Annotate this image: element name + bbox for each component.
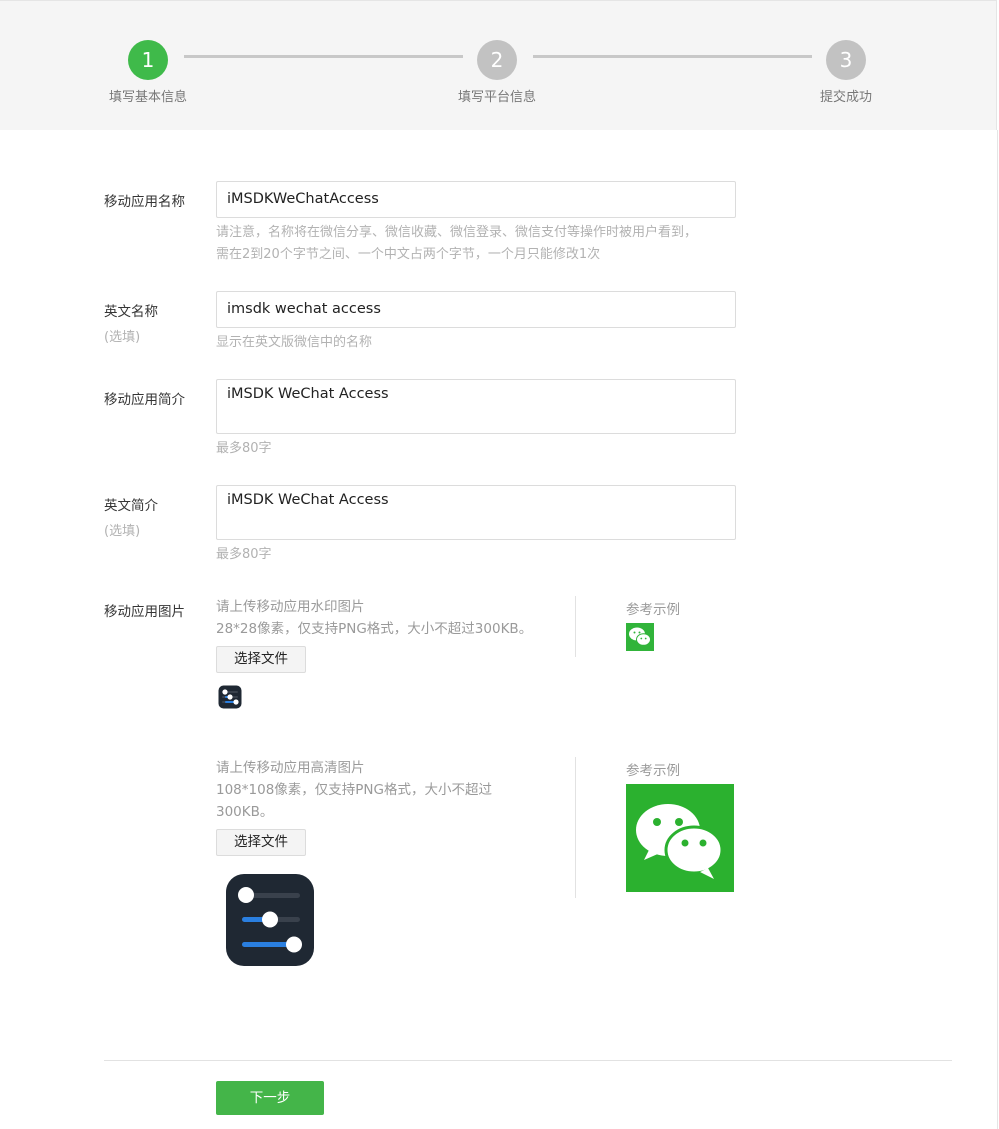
en-intro-hint: 最多80字	[216, 547, 272, 562]
en-name-optional: (选填)	[104, 330, 141, 345]
app-name-hint: 请注意，名称将在微信分享、微信收藏、微信登录、微信支付等操作时被用户看到， 需在…	[216, 222, 697, 266]
step-2-label: 填写平台信息	[457, 90, 536, 105]
app-intro-label-text: 移动应用简介	[104, 392, 185, 408]
step-3-label: 提交成功	[819, 90, 872, 105]
watermark-hint-line-1: 请上传移动应用水印图片	[216, 599, 365, 615]
step-2-circle: 2	[477, 40, 517, 80]
step-connector-1	[184, 55, 463, 58]
app-image-label-text: 移动应用图片	[104, 604, 185, 620]
app-name-hint-line-2: 需在2到20个字节之间、一个中文占两个字节，一个月只能修改1次	[216, 247, 601, 262]
hd-hint-line-1: 请上传移动应用高清图片	[216, 760, 365, 776]
hd-divider	[575, 757, 576, 898]
step-1-label: 填写基本信息	[108, 90, 187, 105]
en-name-hint: 显示在英文版微信中的名称	[216, 335, 373, 350]
app-name-label-text: 移动应用名称	[104, 194, 185, 210]
page-right-border	[997, 130, 998, 1129]
hd-ref-label: 参考示例	[626, 763, 680, 779]
en-intro-textarea[interactable]: iMSDK WeChat Access	[216, 485, 736, 540]
hd-hint-line-2: 108*108像素，仅支持PNG格式，大小不超过	[216, 782, 492, 798]
footer-divider	[104, 1060, 952, 1061]
stepper: 1 填写基本信息 2 填写平台信息 3 提交成功	[0, 0, 997, 130]
en-intro-label-text: 英文简介	[104, 498, 158, 514]
app-intro-hint: 最多80字	[216, 441, 272, 456]
hd-preview-image	[226, 874, 314, 966]
watermark-preview-image	[218, 685, 242, 709]
watermark-ref-label: 参考示例	[626, 602, 680, 618]
step-1-circle: 1	[128, 40, 168, 80]
hd-upload-hint: 请上传移动应用高清图片 108*108像素，仅支持PNG格式，大小不超过 300…	[216, 757, 492, 823]
en-name-label: 英文名称 (选填)	[104, 300, 158, 345]
en-name-label-text: 英文名称	[104, 304, 158, 320]
en-intro-label: 英文简介 (选填)	[104, 494, 158, 539]
app-name-input[interactable]: iMSDKWeChatAccess	[216, 181, 736, 218]
watermark-upload-hint: 请上传移动应用水印图片 28*28像素，仅支持PNG格式，大小不超过300KB。	[216, 596, 532, 640]
app-name-label: 移动应用名称	[104, 190, 185, 210]
app-name-hint-line-1: 请注意，名称将在微信分享、微信收藏、微信登录、微信支付等操作时被用户看到，	[216, 225, 698, 240]
step-connector-2	[533, 55, 812, 58]
app-intro-textarea[interactable]: iMSDK WeChat Access	[216, 379, 736, 434]
en-intro-optional: (选填)	[104, 524, 141, 539]
step-3-circle: 3	[826, 40, 866, 80]
watermark-hint-line-2: 28*28像素，仅支持PNG格式，大小不超过300KB。	[216, 621, 533, 637]
watermark-choose-file-button[interactable]: 选择文件	[216, 646, 306, 673]
hd-choose-file-button[interactable]: 选择文件	[216, 829, 306, 856]
watermark-divider	[575, 596, 576, 657]
en-name-input[interactable]: imsdk wechat access	[216, 291, 736, 328]
hd-hint-line-3: 300KB。	[216, 804, 274, 820]
app-intro-label: 移动应用简介	[104, 388, 185, 408]
next-step-button[interactable]: 下一步	[216, 1081, 324, 1115]
wechat-small-icon	[626, 623, 654, 651]
wechat-large-icon	[626, 784, 734, 892]
app-image-label: 移动应用图片	[104, 600, 185, 620]
